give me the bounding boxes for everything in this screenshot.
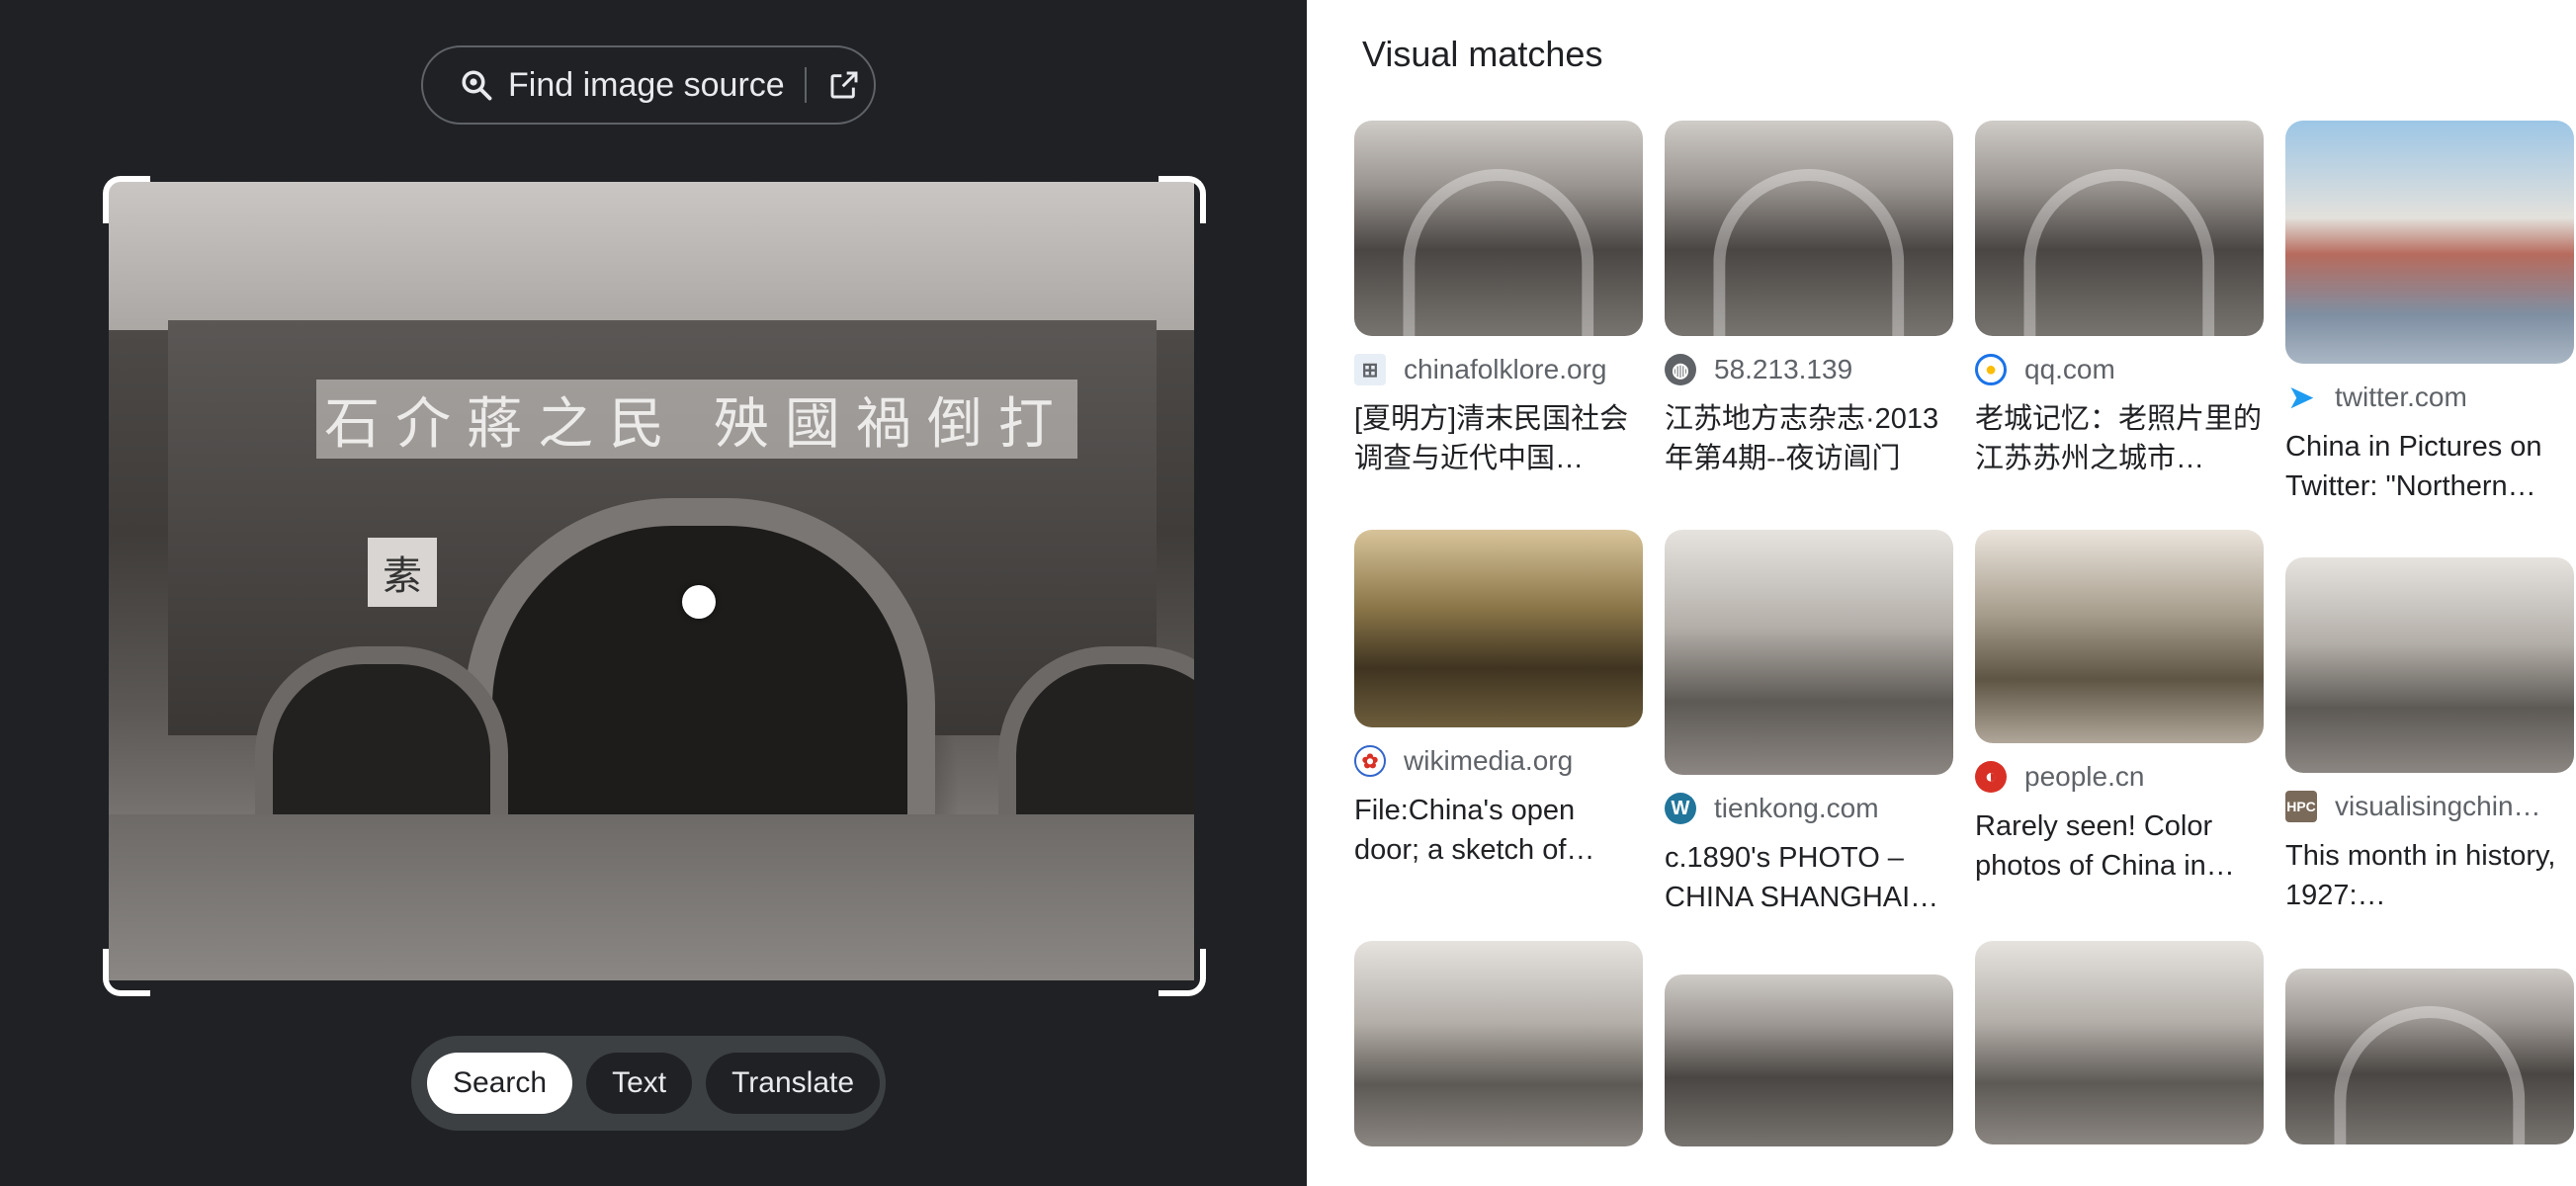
photo-sky (109, 182, 1194, 330)
wordpress-icon: W (1665, 793, 1696, 824)
globe-icon: ◍ (1665, 354, 1696, 385)
result-title[interactable]: This month in history, 1927:… (2285, 836, 2574, 915)
result-thumbnail[interactable] (1354, 530, 1643, 727)
result-thumbnail[interactable] (2285, 969, 2574, 1144)
find-image-source-label: Find image source (508, 65, 785, 104)
result-thumbnail[interactable] (2285, 557, 2574, 773)
result-thumbnail[interactable] (1354, 941, 1643, 1146)
photo-road (109, 814, 1194, 980)
qq-icon: ● (1975, 354, 2007, 385)
crop-handle-top-right[interactable] (1159, 176, 1206, 223)
result-card[interactable]: ● qq.com 老城记忆：老照片里的江苏苏州之城市… (1975, 121, 2264, 478)
result-source-label: people.cn (2024, 761, 2145, 792)
result-card[interactable] (1975, 941, 2264, 1144)
lens-search-icon (457, 65, 496, 105)
result-thumbnail[interactable] (2285, 121, 2574, 364)
result-source: ◍ 58.213.139 (1665, 354, 1953, 385)
result-source: ➤ twitter.com (2285, 381, 2574, 413)
results-panel: Visual matches ⊞ chinafolklore.org [夏明方]… (1307, 0, 2576, 1186)
find-image-source-button[interactable]: Find image source (421, 45, 876, 125)
result-thumbnail[interactable] (1665, 974, 1953, 1146)
result-source-label: 58.213.139 (1714, 354, 1853, 384)
result-title[interactable]: 老城记忆：老照片里的江苏苏州之城市… (1975, 399, 2264, 478)
result-card[interactable] (2285, 969, 2574, 1144)
result-thumbnail[interactable] (1975, 121, 2264, 336)
crop-handle-top-left[interactable] (103, 176, 150, 223)
result-title[interactable]: 江苏地方志杂志·2013年第4期--夜访阊门 (1665, 399, 1953, 478)
result-card[interactable] (1354, 941, 1643, 1146)
result-source: ⊞ chinafolklore.org (1354, 354, 1643, 385)
result-title[interactable]: File:China's open door; a sketch of… (1354, 791, 1643, 870)
visual-matches-heading: Visual matches (1362, 34, 1603, 74)
result-thumbnail[interactable] (1665, 530, 1953, 775)
crop-handle-bottom-right[interactable] (1159, 949, 1206, 996)
photo-sign: 素 (368, 538, 437, 607)
chinafolklore-icon: ⊞ (1354, 354, 1386, 385)
divider (804, 67, 807, 103)
result-source: HPC visualisingchin… (2285, 791, 2574, 822)
result-source-label: twitter.com (2335, 381, 2467, 412)
result-thumbnail[interactable] (1975, 530, 2264, 743)
crop-handle-bottom-left[interactable] (103, 949, 150, 996)
result-source: ● qq.com (1975, 354, 2264, 385)
image-panel: Find image source 石介蔣之民 殃國禍倒打 素 Search T… (0, 0, 1307, 1186)
mode-search-button[interactable]: Search (427, 1053, 573, 1114)
people-icon: ◐ (1975, 761, 2007, 793)
result-card[interactable]: ⊞ chinafolklore.org [夏明方]清末民国社会调查与近代中国… (1354, 121, 1643, 478)
mode-text-button[interactable]: Text (586, 1053, 693, 1114)
visual-search-dot[interactable] (682, 585, 716, 619)
result-title[interactable]: China in Pictures on Twitter: "Northern… (2285, 427, 2574, 506)
result-source-label: qq.com (2024, 354, 2115, 384)
result-thumbnail[interactable] (1975, 941, 2264, 1144)
result-card[interactable]: ◐ people.cn Rarely seen! Color photos of… (1975, 530, 2264, 886)
wikimedia-icon: ✿ (1354, 745, 1386, 777)
result-card[interactable]: ➤ twitter.com China in Pictures on Twitt… (2285, 121, 2574, 506)
result-title[interactable]: Rarely seen! Color photos of China in… (1975, 806, 2264, 886)
result-source: ✿ wikimedia.org (1354, 745, 1643, 777)
photo-banner: 石介蔣之民 殃國禍倒打 (316, 380, 1077, 459)
result-source-label: wikimedia.org (1404, 745, 1574, 776)
result-source-label: tienkong.com (1714, 793, 1879, 823)
mode-switcher: Search Text Translate (411, 1036, 886, 1131)
result-card[interactable] (1665, 974, 1953, 1146)
result-card[interactable]: HPC visualisingchin… This month in histo… (2285, 557, 2574, 915)
result-thumbnail[interactable] (1665, 121, 1953, 336)
result-card[interactable]: ✿ wikimedia.org File:China's open door; … (1354, 530, 1643, 870)
hpc-icon: HPC (2285, 791, 2317, 822)
result-source-label: chinafolklore.org (1404, 354, 1607, 384)
mode-translate-button[interactable]: Translate (706, 1053, 881, 1114)
result-source-label: visualisingchin… (2335, 791, 2541, 821)
result-source: ◐ people.cn (1975, 761, 2264, 793)
query-image[interactable]: 石介蔣之民 殃國禍倒打 素 (109, 182, 1194, 980)
result-card[interactable]: ◍ 58.213.139 江苏地方志杂志·2013年第4期--夜访阊门 (1665, 121, 1953, 478)
result-title[interactable]: [夏明方]清末民国社会调查与近代中国… (1354, 399, 1643, 478)
result-title[interactable]: c.1890's PHOTO – CHINA SHANGHAI… (1665, 838, 1953, 917)
twitter-icon: ➤ (2288, 381, 2314, 413)
result-card[interactable]: W tienkong.com c.1890's PHOTO – CHINA SH… (1665, 530, 1953, 917)
result-source: W tienkong.com (1665, 793, 1953, 824)
result-thumbnail[interactable] (1354, 121, 1643, 336)
open-external-icon[interactable] (824, 65, 864, 105)
